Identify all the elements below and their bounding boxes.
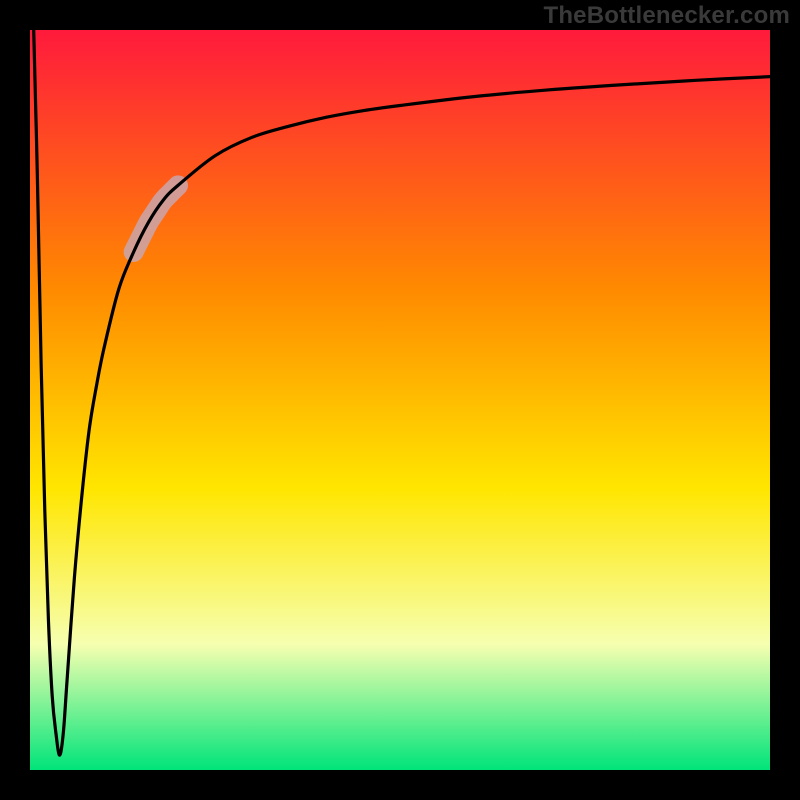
chart-stage: TheBottlenecker.com — [0, 0, 800, 800]
bottleneck-chart — [0, 0, 800, 800]
plot-background — [30, 30, 770, 770]
